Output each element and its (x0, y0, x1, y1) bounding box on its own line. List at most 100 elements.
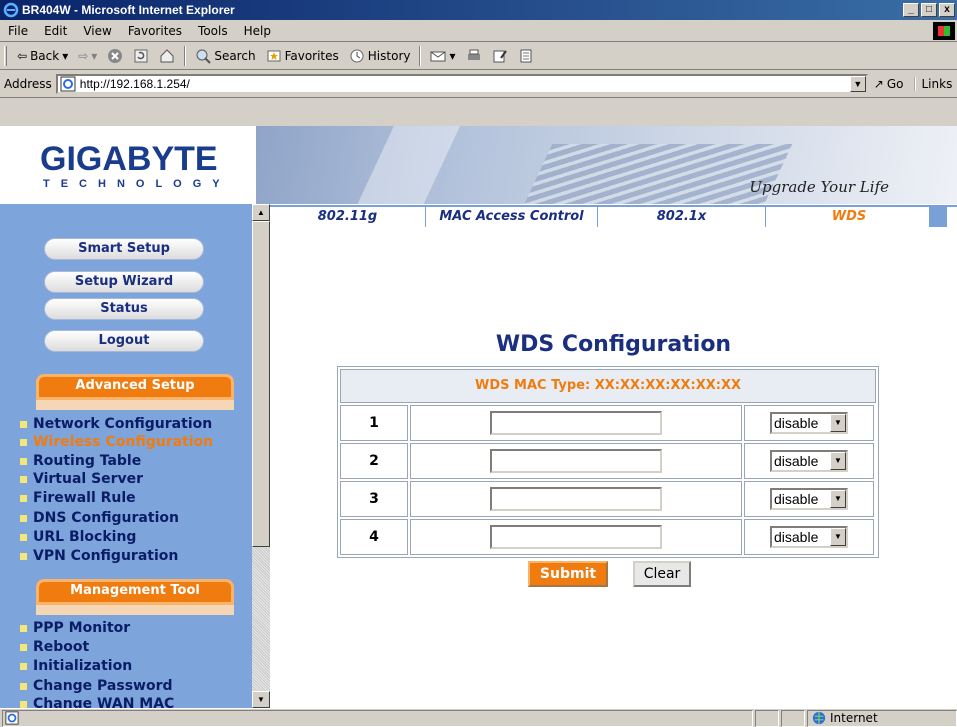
scroll-up-button[interactable]: ▲ (252, 204, 270, 221)
search-label: Search (214, 49, 256, 63)
submit-button[interactable]: Submit (528, 561, 608, 587)
nav-change-wan-mac[interactable]: Change WAN MAC (20, 695, 174, 708)
status-button[interactable]: Status (44, 298, 204, 320)
menu-tools[interactable]: Tools (190, 24, 236, 38)
banner: GIGABYTE TECHNOLOGY Upgrade Your Life (0, 126, 957, 204)
table-row: 1 disable ▼ (340, 405, 876, 441)
favorites-label: Favorites (284, 49, 339, 63)
nav-vpn-configuration[interactable]: VPN Configuration (20, 547, 178, 565)
status-panel (755, 709, 779, 727)
status-bar: Internet (0, 708, 957, 727)
stop-icon (108, 49, 123, 63)
tab-80211g[interactable]: 802.11g (270, 207, 426, 227)
nav-wireless-configuration[interactable]: Wireless Configuration (20, 433, 213, 451)
maximize-button[interactable]: □ (921, 3, 937, 17)
print-button[interactable] (462, 45, 486, 67)
clear-button[interactable]: Clear (633, 561, 691, 587)
bullet-icon (20, 457, 27, 465)
bullet-icon (20, 552, 27, 560)
close-button[interactable]: x (939, 3, 955, 17)
bullet-icon (20, 643, 27, 651)
history-icon (350, 49, 364, 63)
minimize-button[interactable]: _ (903, 3, 919, 17)
back-arrow-icon: ⇦ (17, 49, 28, 63)
mac-address-input-2[interactable] (490, 449, 662, 473)
go-button[interactable]: ↗ Go (874, 77, 904, 91)
tab-8021x[interactable]: 802.1x (598, 207, 766, 227)
status-panel (781, 709, 805, 727)
wds-mode-select-1[interactable]: disable ▼ (770, 412, 848, 434)
nav-reboot[interactable]: Reboot (20, 638, 89, 656)
refresh-button[interactable] (129, 45, 153, 67)
edit-icon (493, 50, 507, 63)
home-button[interactable] (155, 45, 179, 67)
menu-edit[interactable]: Edit (36, 24, 75, 38)
scrollbar-thumb[interactable] (252, 221, 270, 547)
nav-dns-configuration[interactable]: DNS Configuration (20, 509, 179, 527)
links-button[interactable]: Links (913, 77, 952, 91)
go-label: Go (886, 77, 904, 91)
menu-help[interactable]: Help (236, 24, 279, 38)
edit-button[interactable] (488, 45, 512, 67)
nav-firewall-rule[interactable]: Firewall Rule (20, 489, 136, 507)
window-title: BR404W - Microsoft Internet Explorer (22, 3, 235, 17)
address-dropdown-button[interactable]: ▼ (849, 76, 866, 92)
scroll-down-button[interactable]: ▼ (252, 691, 270, 708)
nav-label: Change Password (33, 678, 173, 694)
address-input[interactable]: http://192.168.1.254/ ▼ (55, 74, 868, 94)
chevron-down-icon[interactable]: ▼ (830, 452, 846, 470)
chevron-down-icon[interactable]: ▼ (830, 414, 846, 432)
menu-favorites[interactable]: Favorites (120, 24, 190, 38)
windows-logo-icon (933, 22, 955, 40)
search-button[interactable]: Search (191, 45, 259, 67)
chevron-down-icon[interactable]: ▼ (830, 528, 846, 546)
ie-page-icon (60, 76, 76, 92)
bullet-icon (20, 438, 27, 446)
mac-address-input-1[interactable] (490, 411, 662, 435)
zone-label: Internet (830, 711, 878, 725)
wds-mode-select-4[interactable]: disable ▼ (770, 526, 848, 548)
forward-button[interactable]: ⇨ ▾ (74, 45, 101, 67)
security-zone: Internet (807, 709, 957, 727)
go-arrow-icon: ↗ (873, 77, 884, 91)
tab-wds[interactable]: WDS (766, 207, 932, 227)
nav-label: Reboot (33, 639, 90, 655)
table-row: 4 disable ▼ (340, 519, 876, 555)
nav-network-configuration[interactable]: Network Configuration (20, 415, 212, 433)
nav-url-blocking[interactable]: URL Blocking (20, 528, 136, 546)
mac-address-input-4[interactable] (490, 525, 662, 549)
smart-setup-button[interactable]: Smart Setup (44, 238, 204, 260)
wds-mode-select-2[interactable]: disable ▼ (770, 450, 848, 472)
address-label: Address (4, 77, 52, 91)
favorites-button[interactable]: Favorites (262, 45, 343, 67)
select-value: disable (774, 529, 819, 545)
history-button[interactable]: History (345, 45, 415, 67)
wds-mode-select-3[interactable]: disable ▼ (770, 488, 848, 510)
nav-change-password[interactable]: Change Password (20, 677, 173, 695)
menu-view[interactable]: View (75, 24, 119, 38)
discuss-button[interactable] (514, 45, 538, 67)
menu-file[interactable]: File (0, 24, 36, 38)
bullet-icon (20, 475, 27, 483)
mac-address-input-3[interactable] (490, 487, 662, 511)
history-label: History (367, 49, 411, 63)
stop-button[interactable] (103, 45, 127, 67)
nav-label: VPN Configuration (33, 548, 179, 564)
logout-button[interactable]: Logout (44, 330, 204, 352)
sidebar: Smart Setup Setup Wizard Status Logout A… (0, 204, 252, 708)
nav-routing-table[interactable]: Routing Table (20, 452, 141, 470)
back-button[interactable]: ⇦ Back ▾ (13, 45, 72, 67)
chevron-down-icon[interactable]: ▾ (449, 49, 455, 63)
nav-initialization[interactable]: Initialization (20, 657, 132, 675)
setup-wizard-button[interactable]: Setup Wizard (44, 271, 204, 293)
nav-ppp-monitor[interactable]: PPP Monitor (20, 619, 130, 637)
tab-mac-access-control[interactable]: MAC Access Control (426, 207, 598, 227)
chevron-down-icon[interactable]: ▾ (62, 49, 68, 63)
title-bar: BR404W - Microsoft Internet Explorer _ □… (0, 0, 957, 20)
bullet-icon (20, 682, 27, 690)
status-text-area (2, 709, 753, 727)
nav-virtual-server[interactable]: Virtual Server (20, 470, 143, 488)
mail-button[interactable]: ▾ (426, 45, 459, 67)
chevron-down-icon[interactable]: ▼ (830, 490, 846, 508)
chevron-down-icon[interactable]: ▾ (91, 49, 97, 63)
